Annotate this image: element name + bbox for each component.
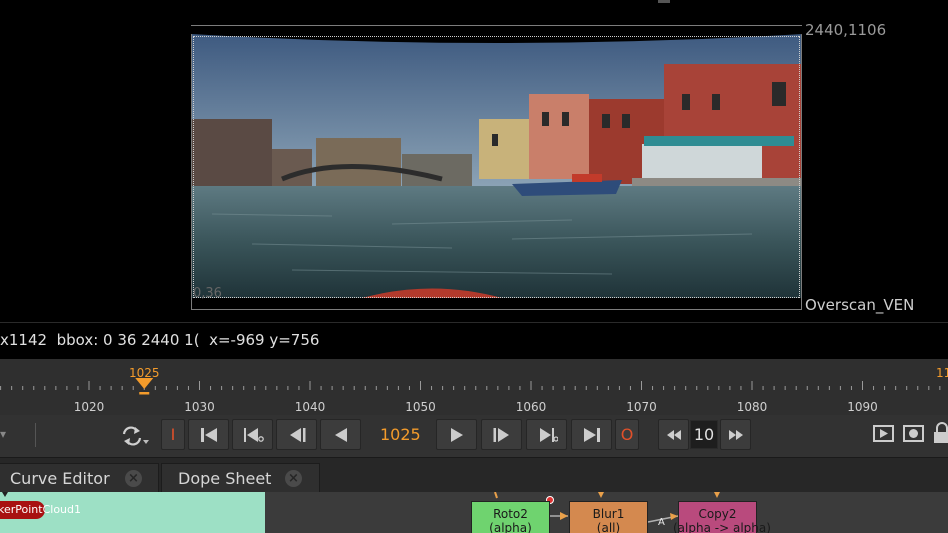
tab-dope-sheet[interactable]: Dope Sheet ×: [161, 463, 320, 493]
playhead-underline: [139, 392, 150, 395]
next-keyframe-icon: [539, 427, 558, 442]
next-keyframe-button[interactable]: [526, 419, 567, 450]
timeline-tick-label: 1090: [847, 400, 878, 414]
timeline[interactable]: 1020 1030 1040 1050 1060 1070 1080 1090 1025 11: [0, 359, 948, 415]
timeline-tick-label: 1060: [516, 400, 547, 414]
panel-tab-bar: Curve Editor × Dope Sheet ×: [0, 457, 948, 493]
go-to-start-button[interactable]: [188, 419, 229, 450]
in-point-label: I: [170, 425, 176, 444]
playhead-marker[interactable]: [135, 378, 154, 389]
bbox-bottom-edge: [193, 297, 799, 298]
in-point-button[interactable]: I: [161, 419, 185, 450]
viewer-panel[interactable]: 2440,1106 Overscan_VEN 0,36: [0, 0, 948, 322]
flipbook-button[interactable]: [873, 424, 895, 448]
go-to-end-icon: [583, 427, 600, 442]
timeline-tick-label: 1050: [405, 400, 436, 414]
skip-back-icon: [666, 429, 681, 440]
frame-increment-field[interactable]: 10: [690, 420, 718, 449]
node-roto2[interactable]: Roto2 (alpha): [471, 501, 550, 533]
flipbook-icon: [873, 425, 894, 442]
out-point-label: O: [620, 425, 634, 444]
bbox-left-edge: [193, 36, 194, 298]
loop-icon: [122, 426, 149, 446]
menu-icon[interactable]: ▾: [0, 427, 6, 441]
close-icon[interactable]: ×: [125, 470, 142, 487]
play-backward-button[interactable]: [320, 419, 361, 450]
timeline-tick-label: 1080: [737, 400, 768, 414]
lens-distortion-edge: [191, 26, 803, 43]
play-backward-icon: [334, 427, 347, 442]
current-frame-display[interactable]: 1025: [380, 425, 421, 444]
info-text: x1142 bbox: 0 36 2440 1( x=-969 y=756: [0, 331, 320, 349]
skip-forward-button[interactable]: [720, 419, 751, 450]
format-label: Overscan_VEN: [805, 296, 915, 314]
timeline-tick-label: 1020: [74, 400, 105, 414]
timeline-ruler[interactable]: 1020 1030 1040 1050 1060 1070 1080 1090 1025 11: [0, 359, 948, 415]
play-forward-button[interactable]: [436, 419, 477, 450]
step-back-icon: [289, 427, 305, 442]
step-back-button[interactable]: [276, 419, 317, 450]
step-forward-icon: [493, 427, 509, 442]
viewer-top-handle: [658, 0, 670, 3]
record-button[interactable]: [903, 424, 925, 448]
timeline-tick-label: 1040: [295, 400, 326, 414]
divider: [35, 423, 36, 447]
prev-keyframe-icon: [243, 427, 264, 442]
node-graph[interactable]: kerPointCloud1 A Roto2 (alpha) Blur1 (al…: [0, 492, 948, 533]
loop-button[interactable]: [118, 423, 152, 449]
bbox-right-edge: [799, 36, 800, 298]
out-point-button[interactable]: O: [615, 419, 639, 450]
skip-back-button[interactable]: [658, 419, 689, 450]
close-icon[interactable]: ×: [285, 470, 302, 487]
node-title: Copy2: [698, 507, 737, 521]
lock-button[interactable]: [933, 422, 948, 448]
go-to-end-button[interactable]: [571, 419, 612, 450]
end-frame-label: 11: [936, 366, 948, 380]
tab-label: Dope Sheet: [178, 469, 272, 488]
origin-label: 0,36: [193, 286, 222, 301]
go-to-start-icon: [200, 427, 217, 442]
resolution-label: 2440,1106: [805, 21, 887, 39]
node-title: Roto2: [493, 507, 528, 521]
tab-label: Curve Editor: [10, 469, 110, 488]
viewer-image: [192, 34, 801, 298]
node-subtitle: (alpha -> alpha): [673, 521, 771, 533]
node-title: Blur1: [592, 507, 625, 521]
tab-curve-editor[interactable]: Curve Editor ×: [0, 463, 159, 493]
node-subtitle: (all): [596, 521, 621, 533]
skip-forward-icon: [728, 429, 743, 440]
step-forward-button[interactable]: [481, 419, 522, 450]
node-copy2[interactable]: Copy2 (alpha -> alpha): [673, 501, 771, 533]
node-subtitle: (alpha): [489, 521, 532, 533]
timeline-tick-label: 1070: [626, 400, 657, 414]
timeline-tick-label: 1030: [184, 400, 215, 414]
prev-keyframe-button[interactable]: [232, 419, 273, 450]
lock-icon: [934, 422, 948, 443]
playhead-frame-label: 1025: [129, 366, 160, 380]
viewer-info-bar: x1142 bbox: 0 36 2440 1( x=-969 y=756: [0, 322, 948, 359]
record-icon: [903, 425, 924, 442]
node-blur1[interactable]: Blur1 (all): [569, 501, 648, 533]
play-forward-icon: [450, 427, 463, 442]
bbox-top-edge: [193, 36, 799, 37]
pipe-label: A: [658, 517, 665, 528]
transport-controls: ▾ I 1025 O 10: [0, 415, 948, 457]
